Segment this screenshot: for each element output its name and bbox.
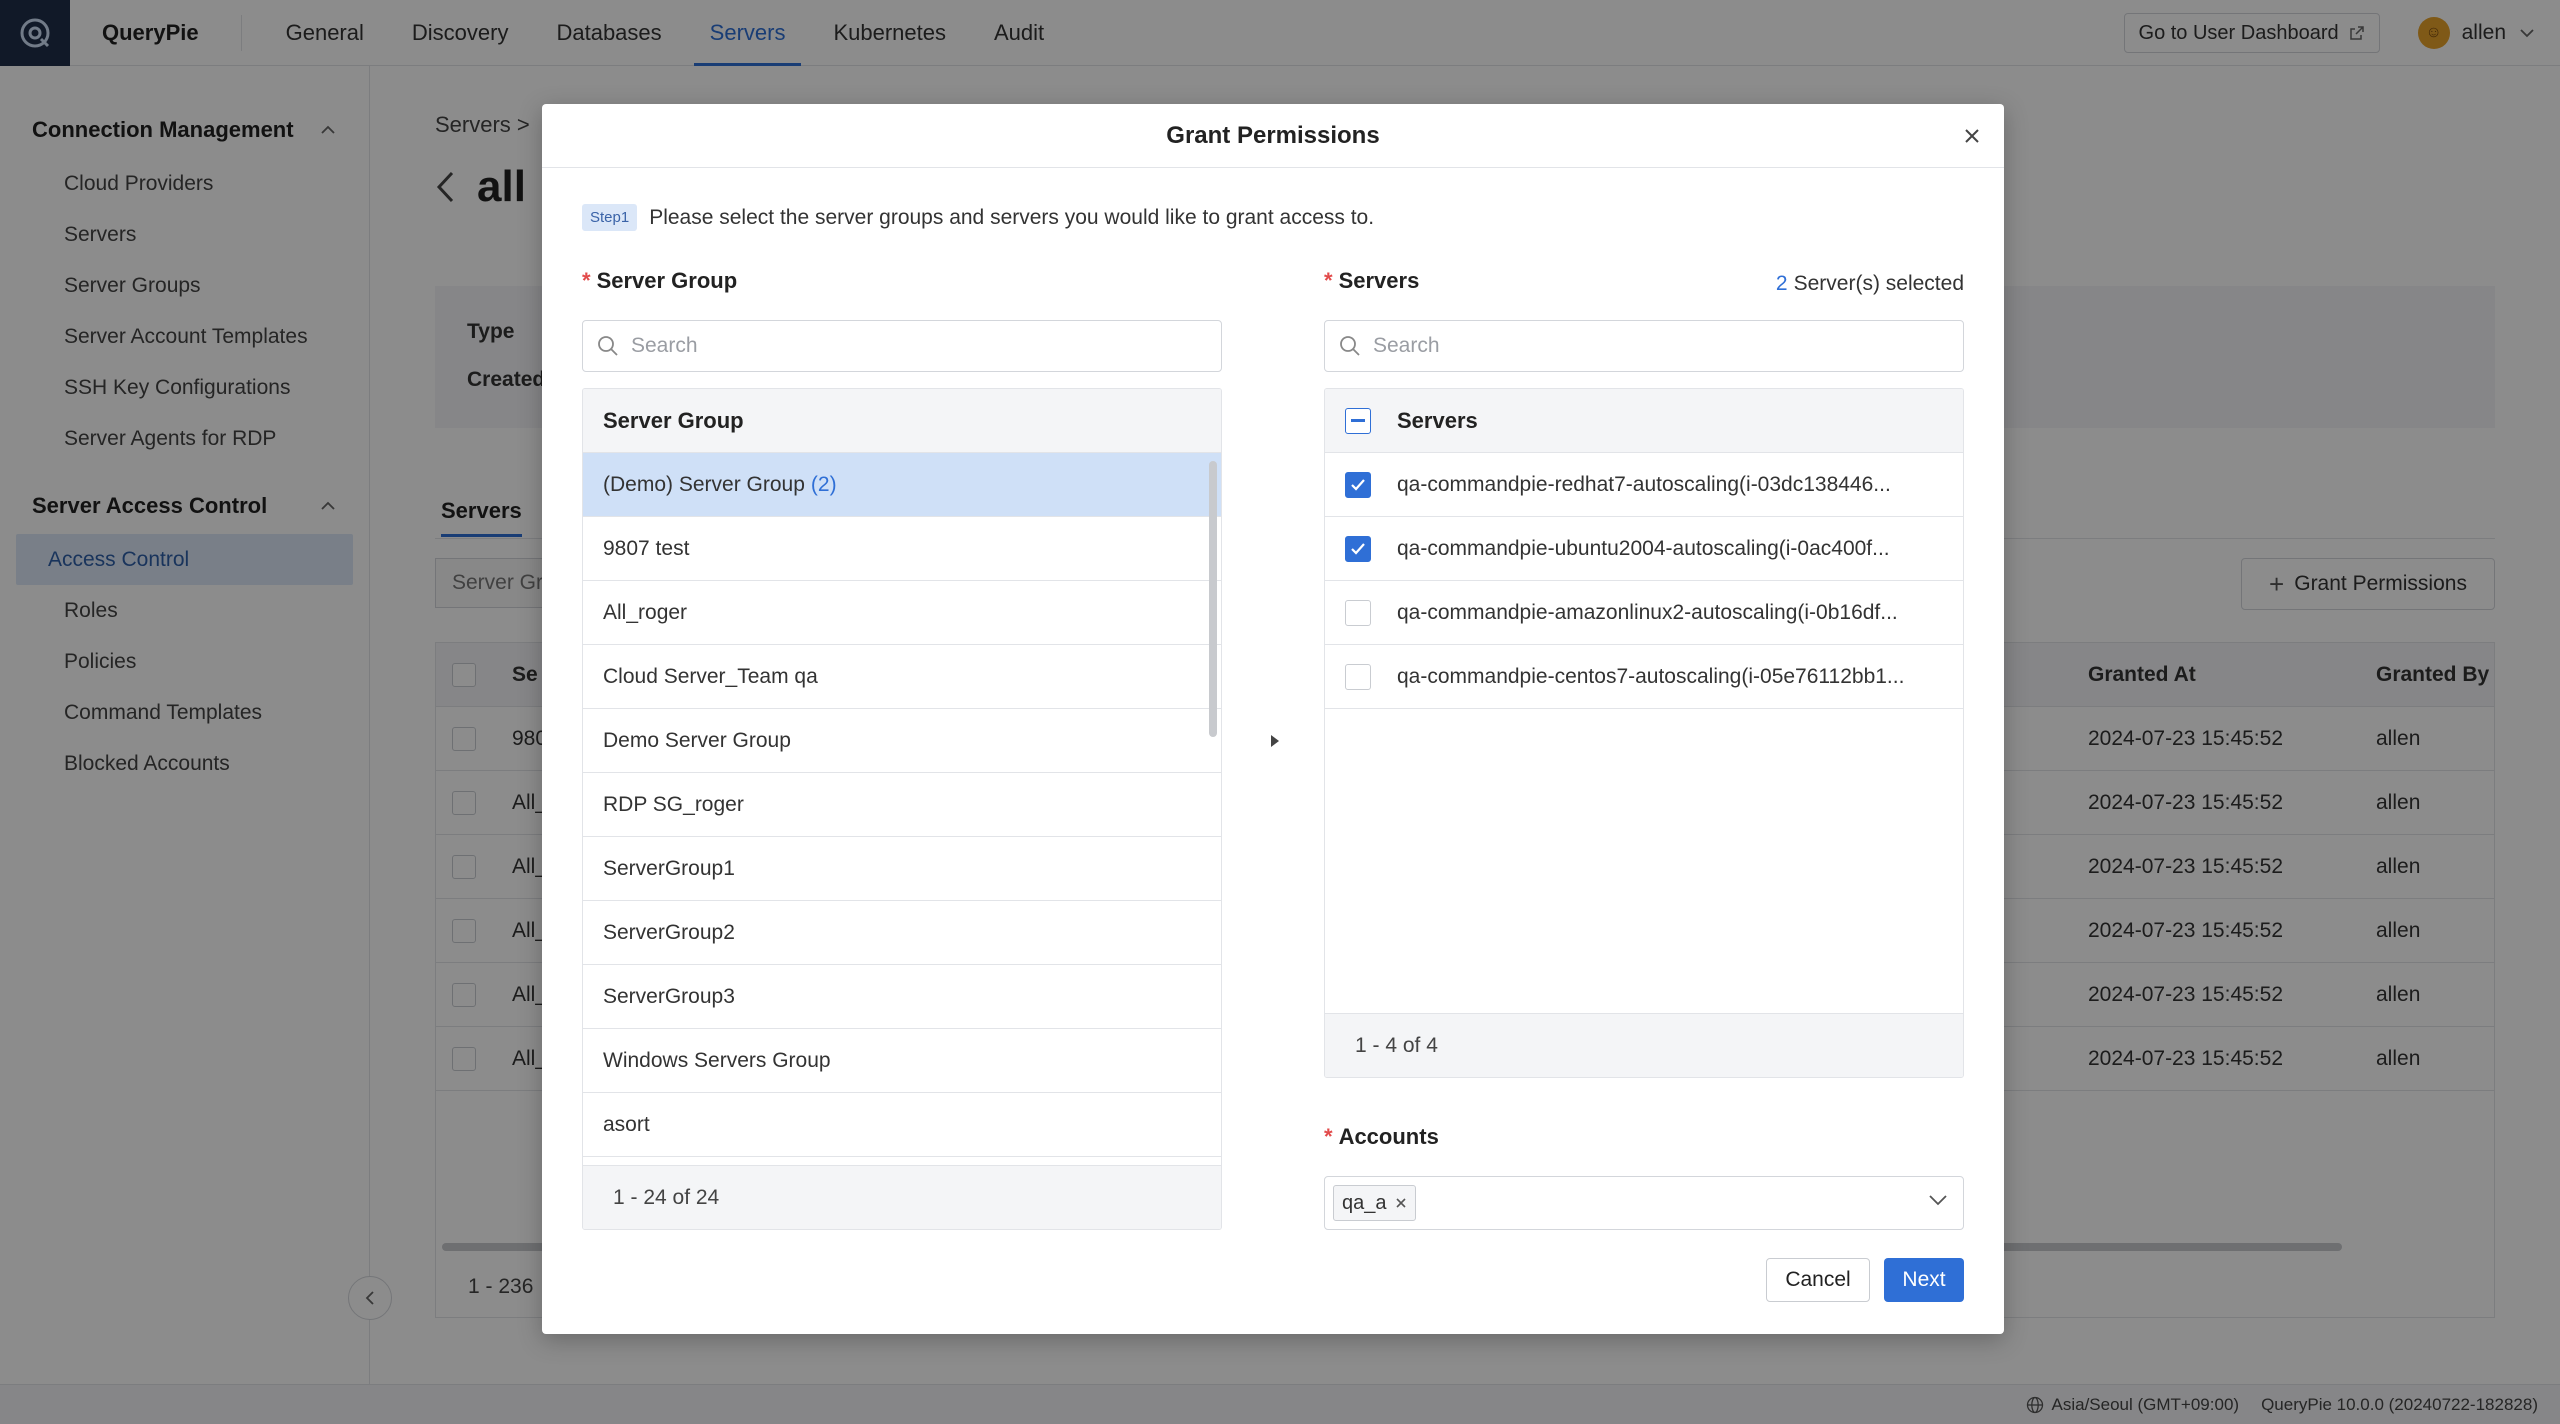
account-tag: qa_a <box>1333 1185 1416 1221</box>
required-marker: * <box>1324 268 1333 293</box>
close-button[interactable] <box>1958 122 1986 150</box>
check-icon <box>1351 478 1365 491</box>
modal-title: Grant Permissions <box>1166 121 1380 149</box>
server-group-list: Server Group (Demo) Server Group (2) 9807… <box>582 388 1222 1230</box>
list-item[interactable]: qa-commandpie-centos7-autoscaling(i-05e7… <box>1325 645 1963 709</box>
list-item[interactable]: (Demo) Server Group (2) <box>583 453 1221 517</box>
servers-pager: 1 - 4 of 4 <box>1325 1013 1963 1077</box>
select-all-checkbox[interactable] <box>1345 407 1371 434</box>
server-name: qa-commandpie-amazonlinux2-autoscaling(i… <box>1397 600 1898 624</box>
search-placeholder: Search <box>631 334 698 357</box>
required-marker: * <box>1324 1124 1333 1149</box>
chevron-down-icon[interactable] <box>1927 1193 1949 1207</box>
list-item[interactable]: qa-commandpie-amazonlinux2-autoscaling(i… <box>1325 581 1963 645</box>
step-text: Please select the server groups and serv… <box>649 205 1375 229</box>
list-item[interactable]: All_roger <box>583 581 1221 645</box>
vertical-scrollbar[interactable] <box>1209 461 1217 737</box>
servers-list: Servers qa-commandpie-redhat7-autoscalin… <box>1324 388 1964 1078</box>
next-button[interactable]: Next <box>1884 1258 1964 1302</box>
grant-permissions-modal: Grant Permissions Step1 Please select th… <box>542 104 2004 1334</box>
accounts-select[interactable]: qa_a <box>1324 1176 1964 1230</box>
server-group-pager: 1 - 24 of 24 <box>583 1165 1221 1229</box>
list-item[interactable]: qa-commandpie-redhat7-autoscaling(i-03dc… <box>1325 453 1963 517</box>
server-checkbox[interactable] <box>1345 535 1371 562</box>
list-item[interactable]: ServerGroup3 <box>583 965 1221 1029</box>
servers-label: * Servers <box>1324 268 1420 293</box>
accounts-label: * Accounts <box>1324 1124 1439 1149</box>
server-name: qa-commandpie-centos7-autoscaling(i-05e7… <box>1397 664 1905 688</box>
server-group-label: * Server Group <box>582 268 738 293</box>
server-count-badge: (2) <box>810 472 837 496</box>
server-group-list-header: Server Group <box>583 389 1221 453</box>
modal-header: Grant Permissions <box>542 104 2004 168</box>
remove-tag-icon[interactable] <box>1395 1197 1407 1209</box>
list-item[interactable]: qa-commandpie-ubuntu2004-autoscaling(i-0… <box>1325 517 1963 581</box>
list-item[interactable]: Demo Server Group <box>583 709 1221 773</box>
servers-list-header: Servers <box>1325 389 1963 453</box>
server-name: qa-commandpie-ubuntu2004-autoscaling(i-0… <box>1397 536 1890 560</box>
list-item[interactable]: 9807 test <box>583 517 1221 581</box>
server-checkbox[interactable] <box>1345 599 1371 626</box>
close-icon <box>1965 129 1979 143</box>
server-checkbox[interactable] <box>1345 663 1371 690</box>
caret-right-icon <box>1268 732 1282 755</box>
cancel-button[interactable]: Cancel <box>1766 1258 1870 1302</box>
step-instruction: Step1 Please select the server groups an… <box>582 204 1374 231</box>
list-item[interactable]: ServerGroup2 <box>583 901 1221 965</box>
server-group-search-input[interactable]: Search <box>582 320 1222 372</box>
required-marker: * <box>582 268 591 293</box>
server-name: qa-commandpie-redhat7-autoscaling(i-03dc… <box>1397 472 1891 496</box>
list-item[interactable]: Cloud Server_Team qa <box>583 645 1221 709</box>
step-badge: Step1 <box>582 204 638 231</box>
selected-count: 2 Server(s) selected <box>1775 272 1964 295</box>
list-item[interactable]: asort <box>583 1093 1221 1157</box>
list-item[interactable]: RDP SG_roger <box>583 773 1221 837</box>
server-checkbox[interactable] <box>1345 471 1371 498</box>
search-icon <box>598 336 618 356</box>
account-tag-label: qa_a <box>1342 1191 1387 1214</box>
search-placeholder: Search <box>1373 334 1440 357</box>
list-item[interactable]: ServerGroup1 <box>583 837 1221 901</box>
servers-search-input[interactable]: Search <box>1324 320 1964 372</box>
check-icon <box>1351 542 1365 555</box>
search-icon <box>1340 336 1360 356</box>
list-item[interactable]: Windows Servers Group <box>583 1029 1221 1093</box>
